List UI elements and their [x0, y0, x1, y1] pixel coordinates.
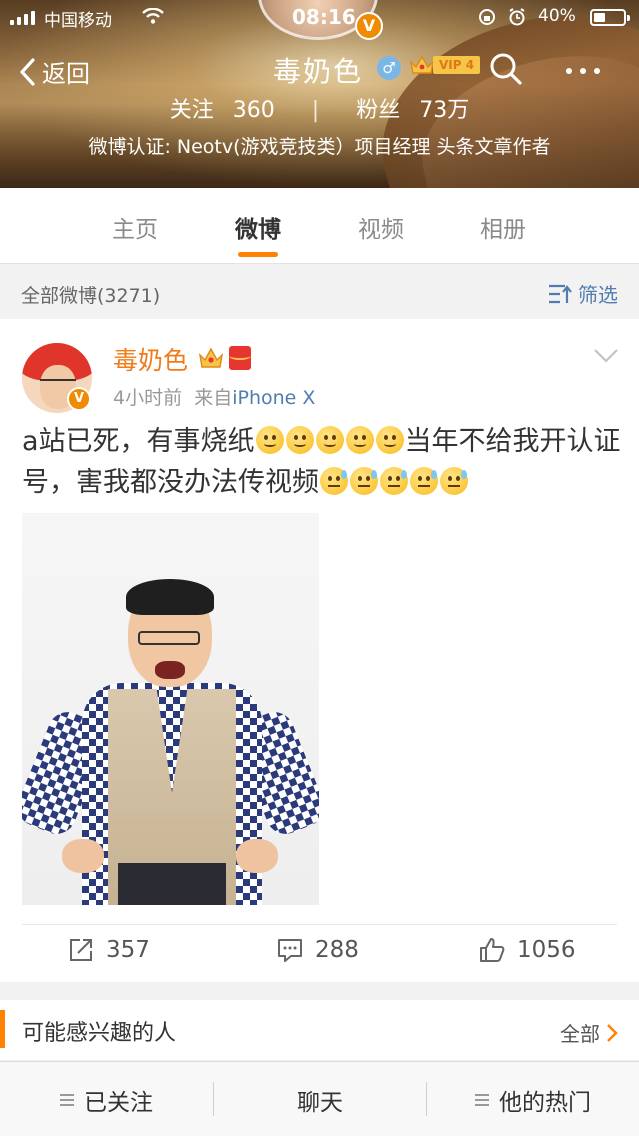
carrier-label: 中国移动 [44, 11, 112, 31]
vip-badge[interactable]: VIP 4 [409, 54, 481, 76]
chevron-right-icon [607, 1023, 618, 1042]
smile-emoji-icon [285, 426, 314, 454]
status-bar: 中国移动 08:16 40% [0, 0, 639, 36]
rotation-lock-icon [479, 9, 495, 25]
sweat-emoji-icon [320, 467, 348, 495]
filter-button[interactable]: 筛选 [548, 279, 618, 308]
smile-emoji-group [255, 426, 405, 457]
filter-bar: 全部微博(3271) 筛选 [0, 265, 639, 319]
signal-icon [10, 11, 35, 25]
tab-weibo[interactable]: 微博 [208, 210, 308, 244]
stats-divider: | [311, 98, 320, 123]
comment-icon [278, 939, 302, 962]
profile-name: 毒奶色 [273, 55, 364, 88]
suggested-people-bar[interactable]: 可能感兴趣的人 全部 [0, 1000, 639, 1060]
tab-album[interactable]: 相册 [453, 210, 553, 244]
verification-info: 微博认证: Neotv(游戏竞技类）项目经理 头条文章作者 [88, 136, 551, 158]
male-gender-icon: ♂ [377, 56, 401, 80]
section-marker [0, 1010, 5, 1048]
like-count: 1056 [517, 937, 576, 963]
smile-emoji-icon [315, 426, 344, 454]
post-source[interactable]: iPhone X [232, 387, 315, 409]
battery-icon [590, 9, 630, 26]
smile-emoji-icon [375, 426, 404, 454]
fans-link[interactable]: 粉丝 73万 [350, 98, 475, 123]
sweat-emoji-icon [350, 467, 378, 495]
comment-count: 288 [315, 937, 359, 963]
chat-button[interactable]: 聊天 [214, 1062, 426, 1136]
sweat-emoji-icon [440, 467, 468, 495]
repost-count: 357 [106, 937, 150, 963]
post-image[interactable] [22, 513, 319, 905]
thumbs-up-icon [480, 938, 505, 962]
comment-button[interactable]: 288 [277, 937, 359, 963]
post-actions: 357 288 1056 [0, 925, 639, 982]
profile-tabs: 主页 微博 视频 相册 [0, 188, 639, 264]
chevron-left-icon [20, 57, 35, 86]
back-button[interactable]: 返回 [18, 54, 90, 89]
weibo-profile-page: V 中国移动 08:16 40% 返回 毒奶色 ♂ VIP 4 关注 360 |… [0, 0, 639, 1136]
followed-button[interactable]: 已关注 [0, 1062, 213, 1136]
wifi-icon [142, 8, 164, 24]
like-button[interactable]: 1056 [479, 937, 576, 963]
author-verified-icon: V [67, 387, 91, 411]
vip-crown-icon[interactable] [198, 345, 224, 371]
chevron-down-icon[interactable] [593, 347, 619, 365]
smile-emoji-icon [345, 426, 374, 454]
filter-icon [549, 284, 572, 303]
crown-icon [409, 55, 435, 74]
more-options-icon[interactable] [566, 68, 600, 74]
menu-lines-icon [60, 1093, 74, 1106]
active-tab-indicator [238, 252, 278, 257]
search-icon[interactable] [489, 52, 523, 86]
follow-stats: 关注 360 | 粉丝 73万 [0, 92, 639, 124]
hot-posts-button[interactable]: 他的热门 [427, 1062, 639, 1136]
smile-emoji-icon [255, 426, 284, 454]
post-card[interactable]: V 毒奶色 4小时前 来自iPhone X a站已死，有事烧纸 当年不给我开认证号… [0, 319, 639, 982]
view-all-link[interactable]: 全部 [560, 1018, 618, 1047]
nav-bar: 返回 毒奶色 ♂ VIP 4 [0, 46, 639, 96]
sweat-emoji-group [319, 467, 469, 498]
suggested-people-title: 可能感兴趣的人 [22, 1021, 177, 1046]
alarm-icon [509, 8, 525, 26]
battery-percent: 40% [538, 6, 576, 26]
post-meta: 4小时前 来自iPhone X [113, 387, 316, 409]
post-time: 4小时前 [113, 387, 183, 409]
sweat-emoji-icon [380, 467, 408, 495]
sweat-emoji-icon [410, 467, 438, 495]
post-author-name[interactable]: 毒奶色 [113, 341, 188, 377]
clock: 08:16 [292, 5, 356, 29]
profile-cover: V 中国移动 08:16 40% 返回 毒奶色 ♂ VIP 4 关注 360 |… [0, 0, 639, 188]
menu-lines-icon [475, 1093, 489, 1106]
bottom-toolbar: 已关注 聊天 他的热门 [0, 1061, 639, 1136]
back-label: 返回 [42, 60, 90, 88]
tab-video[interactable]: 视频 [331, 210, 431, 244]
repost-button[interactable]: 357 [68, 937, 150, 963]
repost-icon [70, 939, 92, 961]
post-text: a站已死，有事烧纸 当年不给我开认证号，害我都没办法传视频 [22, 426, 621, 498]
red-packet-icon[interactable] [229, 346, 251, 370]
post-count-label: 全部微博(3271) [21, 285, 161, 307]
tab-home[interactable]: 主页 [85, 210, 185, 244]
vip-level: VIP 4 [433, 56, 481, 74]
following-link[interactable]: 关注 360 [164, 98, 281, 123]
